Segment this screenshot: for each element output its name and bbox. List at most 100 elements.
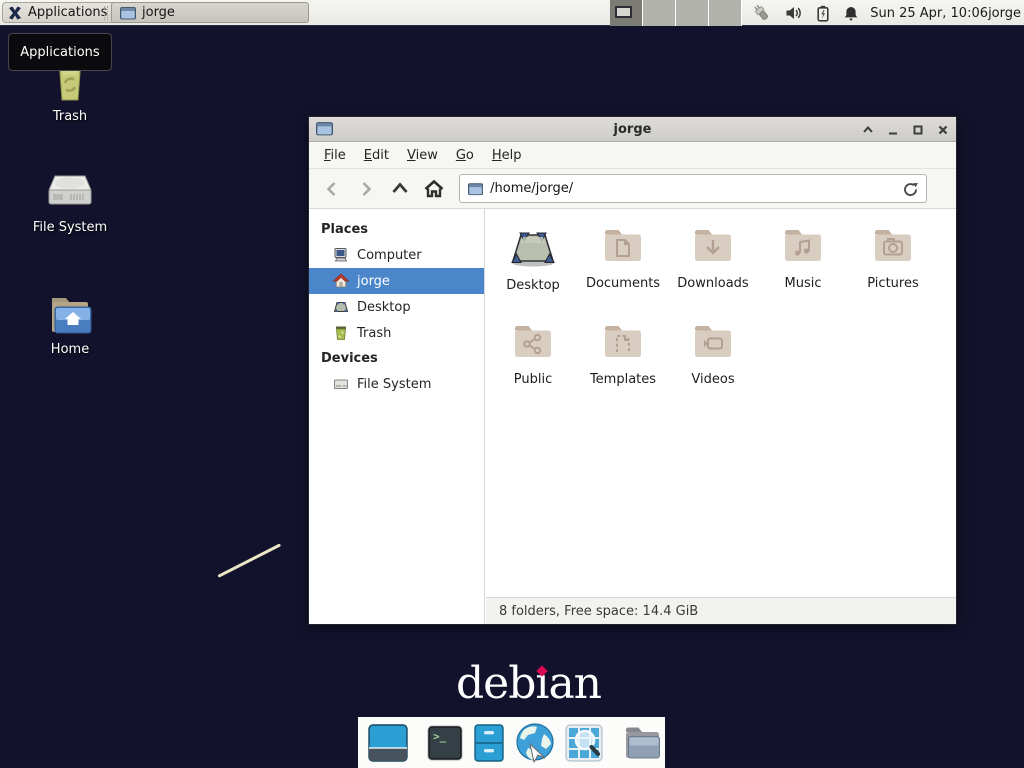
file-item-label: Public — [488, 372, 578, 387]
window-content: Places Computer jorge — [309, 209, 956, 624]
taskbar-window-button[interactable]: jorge — [111, 2, 309, 23]
dock-panel: >_ — [358, 717, 665, 768]
desktop-icon-home[interactable]: Home — [18, 292, 122, 357]
taskbar-window-label: jorge — [142, 5, 175, 20]
file-item-downloads[interactable]: Downloads — [668, 223, 758, 291]
app-finder-launcher[interactable] — [565, 722, 603, 764]
panel-separator-handle[interactable] — [104, 6, 108, 20]
home-button[interactable] — [417, 174, 451, 204]
logo-i: ı — [535, 658, 548, 709]
file-item-public[interactable]: Public — [488, 319, 578, 387]
menu-view[interactable]: View — [398, 144, 447, 167]
notifications-bell-icon[interactable] — [843, 5, 859, 22]
toolbar — [309, 169, 956, 209]
pictures-folder-icon — [869, 223, 917, 271]
applications-menu-button[interactable]: Applications — [2, 2, 117, 23]
web-browser-globe-icon — [514, 722, 556, 764]
statusbar-text: 8 folders, Free space: 14.4 GiB — [499, 604, 698, 619]
statusbar: 8 folders, Free space: 14.4 GiB — [486, 597, 956, 624]
menubar: File Edit View Go Help — [309, 142, 956, 169]
desktop-icon-label: Trash — [18, 109, 122, 124]
reload-icon[interactable] — [902, 181, 919, 198]
file-cabinet-launcher[interactable] — [473, 722, 505, 764]
file-item-label: Desktop — [488, 278, 578, 293]
sidebar: Places Computer jorge — [309, 209, 485, 624]
sidebar-item-label: Trash — [357, 326, 391, 341]
system-tray — [750, 0, 859, 26]
menu-edit[interactable]: Edit — [355, 144, 398, 167]
top-panel: Applications jorge — [0, 0, 1024, 26]
debian-logo: debıan — [456, 658, 601, 709]
file-item-documents[interactable]: Documents — [578, 223, 668, 291]
menu-help[interactable]: Help — [483, 144, 531, 167]
workspace-4[interactable] — [709, 0, 742, 26]
file-item-music[interactable]: Music — [758, 223, 848, 291]
workspace-window-preview — [615, 6, 632, 18]
app-finder-icon — [565, 724, 603, 762]
minimize-button[interactable] — [886, 123, 900, 137]
file-item-label: Videos — [668, 372, 758, 387]
user-home-icon — [333, 273, 349, 289]
workspace-1[interactable] — [610, 0, 643, 26]
desktop-icon-filesystem[interactable]: File System — [18, 172, 122, 235]
panel-username[interactable]: jorge — [988, 0, 1021, 26]
file-manager-window: jorge File Edit View Go Help — [308, 116, 957, 625]
panel-clock[interactable]: Sun 25 Apr, 10:06 — [870, 0, 988, 26]
file-item-templates[interactable]: Templates — [578, 319, 668, 387]
public-folder-icon — [509, 319, 557, 367]
files-pane: Desktop Documents — [486, 209, 956, 597]
file-item-label: Pictures — [848, 276, 938, 291]
close-button[interactable] — [936, 123, 950, 137]
sidebar-item-filesystem[interactable]: File System — [309, 371, 484, 397]
tooltip-text: Applications — [20, 45, 99, 60]
file-cabinet-icon — [473, 724, 505, 762]
sidebar-header-places: Places — [309, 217, 484, 242]
sidebar-item-desktop[interactable]: Desktop — [309, 294, 484, 320]
desktop-icon-label: File System — [18, 220, 122, 235]
videos-folder-icon — [689, 319, 737, 367]
applications-tooltip: Applications — [8, 33, 112, 71]
desktop-places-icon — [333, 299, 349, 315]
show-desktop-button[interactable] — [368, 722, 408, 764]
path-input[interactable] — [490, 181, 896, 196]
maximize-button[interactable] — [911, 123, 925, 137]
window-title: jorge — [309, 122, 956, 137]
web-browser-launcher[interactable] — [514, 722, 556, 764]
svg-text:>_: >_ — [433, 730, 447, 743]
sidebar-item-computer[interactable]: Computer — [309, 242, 484, 268]
terminal-icon: >_ — [426, 724, 464, 762]
window-controls — [861, 117, 950, 142]
file-manager-launcher[interactable] — [621, 722, 663, 764]
file-item-videos[interactable]: Videos — [668, 319, 758, 387]
music-folder-icon — [779, 223, 827, 271]
battery-charging-icon[interactable] — [816, 5, 830, 22]
power-plug-icon[interactable] — [750, 4, 772, 22]
terminal-launcher[interactable]: >_ — [426, 722, 464, 764]
applications-menu-label: Applications — [28, 5, 107, 20]
menu-file[interactable]: File — [315, 144, 355, 167]
sidebar-item-label: File System — [357, 377, 431, 392]
sidebar-item-trash[interactable]: Trash — [309, 320, 484, 346]
up-button[interactable] — [383, 174, 417, 204]
downloads-folder-icon — [689, 223, 737, 271]
desktop-icon-label: Home — [18, 342, 122, 357]
workspace-2[interactable] — [643, 0, 676, 26]
sidebar-item-jorge[interactable]: jorge — [309, 268, 484, 294]
volume-icon[interactable] — [785, 5, 803, 21]
shade-button[interactable] — [861, 123, 875, 137]
location-bar — [459, 174, 927, 203]
menu-go[interactable]: Go — [447, 144, 483, 167]
sidebar-item-label: Desktop — [357, 300, 411, 315]
workspace-3[interactable] — [676, 0, 709, 26]
file-item-label: Templates — [578, 372, 668, 387]
window-titlebar[interactable]: jorge — [309, 117, 956, 142]
file-item-desktop[interactable]: Desktop — [488, 223, 578, 293]
back-button[interactable] — [315, 174, 349, 204]
logo-part: an — [548, 658, 601, 709]
sidebar-header-devices: Devices — [309, 346, 484, 371]
home-folder-icon — [45, 292, 95, 338]
workspace-switcher — [610, 0, 742, 26]
forward-button[interactable] — [349, 174, 383, 204]
file-item-pictures[interactable]: Pictures — [848, 223, 938, 291]
file-item-label: Downloads — [668, 276, 758, 291]
